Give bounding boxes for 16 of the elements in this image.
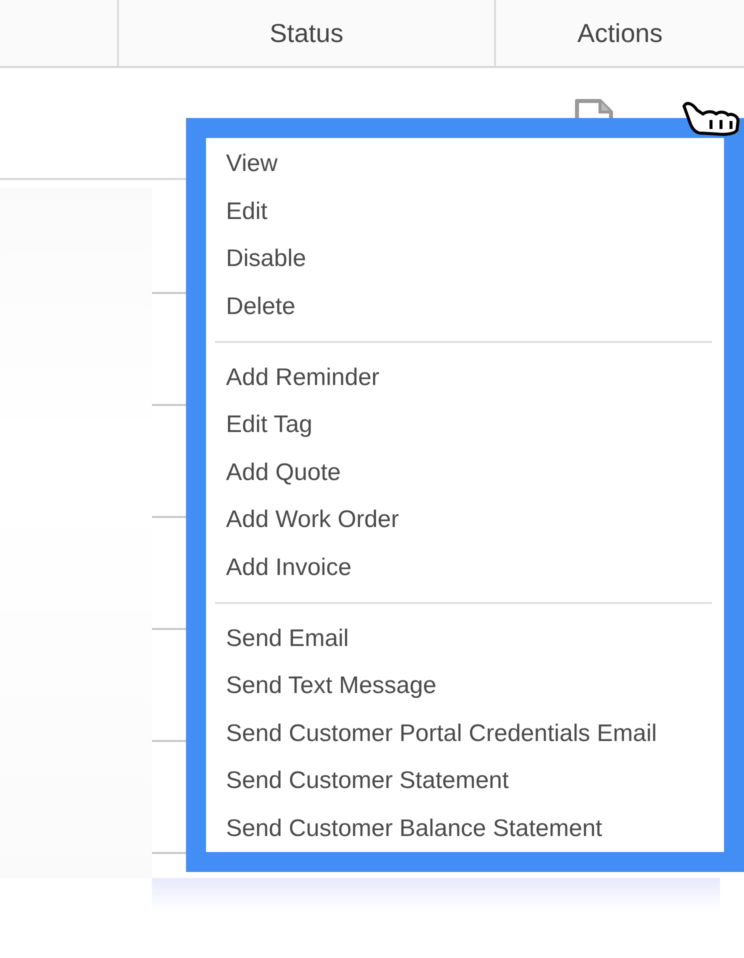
menu-item[interactable]: Add Invoice	[206, 544, 724, 591]
menu-item[interactable]: Delete	[206, 282, 724, 330]
menu-item[interactable]: Disable	[206, 235, 724, 282]
column-header: Actions	[576, 16, 664, 50]
menu-item[interactable]: Send Customer Portal Credentials Email	[206, 710, 724, 757]
menu-item[interactable]: Edit Tag	[206, 401, 724, 448]
menu-item[interactable]: Add Quote	[206, 448, 724, 496]
menu-item[interactable]: Send Customer Balance Statement	[206, 804, 724, 852]
menu-item[interactable]: Send Text Message	[206, 662, 724, 710]
menu-item[interactable]: Add Reminder	[206, 354, 724, 401]
menu-item[interactable]: Send Customer Statement	[206, 757, 724, 804]
menu-item[interactable]: Add Work Order	[206, 496, 724, 544]
column-header: Status	[119, 0, 496, 66]
menu-item[interactable]: Send Email	[206, 614, 724, 662]
menu-item[interactable]: Edit	[206, 188, 724, 235]
menu-item[interactable]: View	[206, 140, 724, 188]
